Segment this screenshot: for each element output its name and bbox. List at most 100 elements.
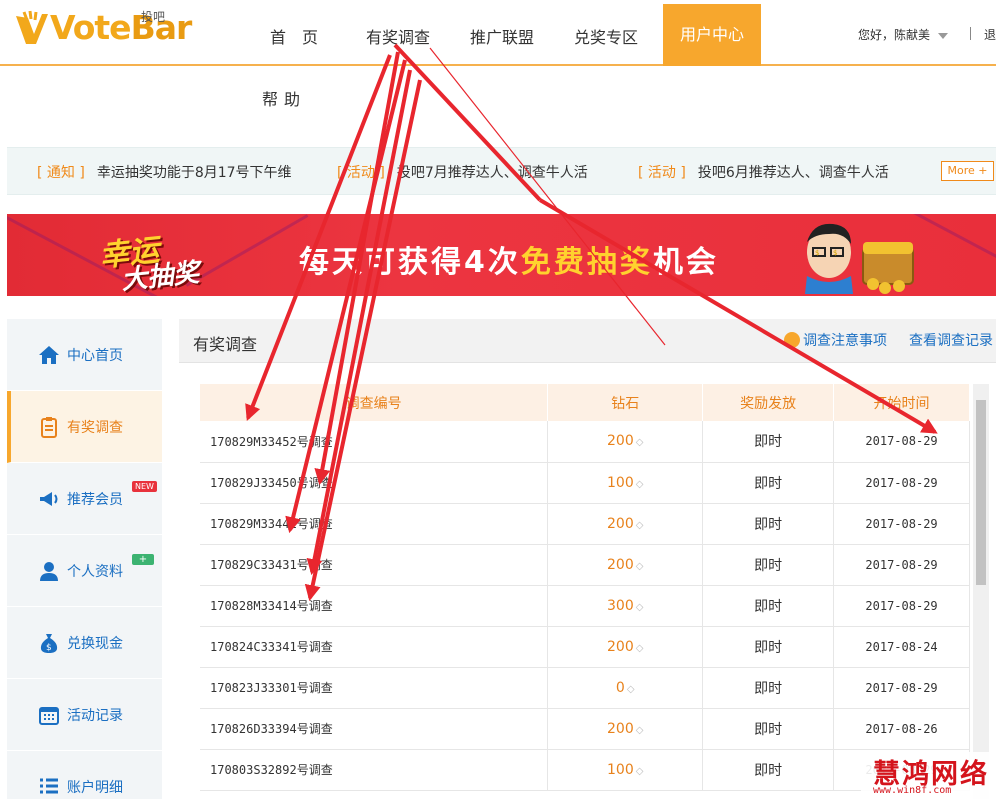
top-header: VoteBar 投吧 首 页 有奖调查 推广联盟 兑奖专区 用户中心 您好，陈献… <box>0 0 996 66</box>
votebar-logo[interactable]: VoteBar 投吧 <box>12 6 192 52</box>
column-header: 钻石 <box>547 384 704 421</box>
sidebar-item-home[interactable]: 中心首页 <box>7 319 162 391</box>
banner-slogan: 每天可获得4次免费抽奖机会 <box>299 245 719 280</box>
reward-type: 即时 <box>702 421 835 463</box>
reward-type: 即时 <box>702 585 835 627</box>
reward-type: 即时 <box>702 544 835 586</box>
diamond-count: 100 ◇ <box>547 749 704 791</box>
survey-id[interactable]: 170826D33394号调查 <box>200 708 549 750</box>
diamond-icon: ◇ <box>626 683 635 695</box>
nav-home[interactable]: 首 页 <box>270 24 318 48</box>
start-date: 2017-08-29 <box>833 421 970 463</box>
table-row[interactable]: 170824C33341号调查 200 ◇ 即时 2017-08-24 <box>200 626 970 668</box>
start-date: 2017-08-29 <box>833 585 970 627</box>
reward-type: 即时 <box>702 503 835 545</box>
nav-help[interactable]: 帮助 <box>262 86 306 110</box>
diamond-count: 100 ◇ <box>547 462 704 504</box>
sidebar-item-account[interactable]: 账户明细 <box>7 751 162 799</box>
survey-id[interactable]: 170829M33441号调查 <box>200 503 549 545</box>
survey-id[interactable]: 170829C33431号调查 <box>200 544 549 586</box>
survey-id[interactable]: 170828M33414号调查 <box>200 585 549 627</box>
table-row[interactable]: 170826D33394号调查 200 ◇ 即时 2017-08-26 <box>200 708 970 750</box>
nav-user-center[interactable]: 用户中心 <box>663 4 761 66</box>
chevron-down-icon[interactable] <box>938 33 948 39</box>
watermark: 慧鸿网络 www.win8f.com <box>861 752 996 799</box>
logout-link[interactable]: 退 <box>984 26 996 43</box>
scrollbar-thumb[interactable] <box>976 400 986 585</box>
panel-title: 有奖调查 <box>193 335 258 354</box>
panel-header: 有奖调查 调查注意事项 查看调查记录 <box>179 319 996 363</box>
column-header: 奖励发放 <box>702 384 835 421</box>
nav-surveys[interactable]: 有奖调查 <box>366 24 430 48</box>
sidebar-item-cash[interactable]: $ 兑换现金 <box>7 607 162 679</box>
page: VoteBar 投吧 首 页 有奖调查 推广联盟 兑奖专区 用户中心 您好，陈献… <box>0 0 996 799</box>
survey-record-link[interactable]: 查看调查记录 <box>909 330 993 350</box>
survey-id[interactable]: 170829J33450号调查 <box>200 462 549 504</box>
svg-text:$: $ <box>833 249 837 257</box>
sidebar: 中心首页 有奖调查 推荐会员 NEW 个人资料 + $ 兑换现金 活动记录 账户… <box>7 319 162 799</box>
more-notices-button[interactable]: More + <box>941 161 994 181</box>
diamond-count: 200 ◇ <box>547 708 704 750</box>
info-icon <box>784 332 800 348</box>
sidebar-item-profile[interactable]: 个人资料 + <box>7 535 162 607</box>
table-row[interactable]: 170829M33441号调查 200 ◇ 即时 2017-08-29 <box>200 503 970 545</box>
sidebar-item-label: 账户明细 <box>67 779 123 796</box>
notice-item[interactable]: [ 活动 ] 投吧7月推荐达人、调查牛人活 <box>337 162 588 182</box>
user-greeting[interactable]: 您好，陈献美 <box>858 26 930 43</box>
cartoon-treasure-icon: $ $ <box>805 223 914 294</box>
list-icon <box>40 778 58 793</box>
sidebar-item-label: 有奖调查 <box>67 419 123 436</box>
table-row[interactable]: 170829J33450号调查 100 ◇ 即时 2017-08-29 <box>200 462 970 504</box>
sidebar-item-label: 中心首页 <box>67 347 123 364</box>
start-date: 2017-08-26 <box>833 708 970 750</box>
table-row[interactable]: 170829M33452号调查 200 ◇ 即时 2017-08-29 <box>200 421 970 463</box>
start-date: 2017-08-24 <box>833 626 970 668</box>
survey-id[interactable]: 170829M33452号调查 <box>200 421 549 463</box>
lottery-banner[interactable]: 幸运 大抽奖 每天可获得4次免费抽奖机会 $ $ <box>7 214 996 296</box>
table-row[interactable]: 170829C33431号调查 200 ◇ 即时 2017-08-29 <box>200 544 970 586</box>
table-row[interactable]: 170828M33414号调查 300 ◇ 即时 2017-08-29 <box>200 585 970 627</box>
diamond-count: 200 ◇ <box>547 626 704 668</box>
sidebar-item-label: 活动记录 <box>67 707 123 724</box>
banner-draw-text: 大抽奖 <box>119 257 201 296</box>
diamond-count: 300 ◇ <box>547 585 704 627</box>
column-header: 开始时间 <box>833 384 970 421</box>
reward-type: 即时 <box>702 667 835 709</box>
diamond-count: 200 ◇ <box>547 503 704 545</box>
diamond-count: 200 ◇ <box>547 421 704 463</box>
nav-redeem[interactable]: 兑奖专区 <box>574 24 638 48</box>
survey-id[interactable]: 170823J33301号调查 <box>200 667 549 709</box>
diamond-icon: ◇ <box>635 642 644 654</box>
diamond-icon: ◇ <box>635 724 644 736</box>
diamond-count: 0 ◇ <box>547 667 704 709</box>
survey-id[interactable]: 170824C33341号调查 <box>200 626 549 668</box>
survey-panel: 有奖调查 调查注意事项 查看调查记录 调查编号 钻石 奖励发放 开始时间 170… <box>179 319 996 799</box>
table-header-row: 调查编号 钻石 奖励发放 开始时间 <box>200 384 970 421</box>
megaphone-icon <box>40 491 58 506</box>
survey-notes-link[interactable]: 调查注意事项 <box>784 330 887 350</box>
divider <box>970 27 971 40</box>
notice-item[interactable]: [ 活动 ] 投吧6月推荐达人、调查牛人活 <box>638 162 889 182</box>
watermark-url: www.win8f.com <box>873 785 952 796</box>
nav-alliance[interactable]: 推广联盟 <box>470 24 534 48</box>
survey-table: 调查编号 钻石 奖励发放 开始时间 170829M33452号调查 200 ◇ 即时 2… <box>200 384 970 791</box>
sidebar-item-activity[interactable]: 活动记录 <box>7 679 162 751</box>
banner-stripe <box>185 214 309 287</box>
sidebar-item-label: 兑换现金 <box>67 635 123 652</box>
logo-wordmark: VoteBar <box>50 8 192 47</box>
user-icon <box>40 561 58 581</box>
survey-id[interactable]: 170803S32892号调查 <box>200 749 549 791</box>
sidebar-item-surveys[interactable]: 有奖调查 <box>7 391 162 463</box>
table-row[interactable]: 170803S32892号调查100◇即时2017-08-29 <box>200 749 970 791</box>
reward-type: 即时 <box>702 708 835 750</box>
sidebar-item-referral[interactable]: 推荐会员 NEW <box>7 463 162 535</box>
diamond-icon: ◇ <box>635 437 644 449</box>
money-bag-icon: $ <box>40 633 58 653</box>
start-date: 2017-08-29 <box>833 667 970 709</box>
calendar-icon <box>39 706 59 725</box>
start-date: 2017-08-29 <box>833 544 970 586</box>
table-row[interactable]: 170823J33301号调查 0 ◇ 即时 2017-08-29 <box>200 667 970 709</box>
hand-logo-icon <box>16 10 48 44</box>
plus-badge: + <box>132 554 154 565</box>
notice-item[interactable]: [ 通知 ] 幸运抽奖功能于8月17号下午维 <box>37 162 292 182</box>
